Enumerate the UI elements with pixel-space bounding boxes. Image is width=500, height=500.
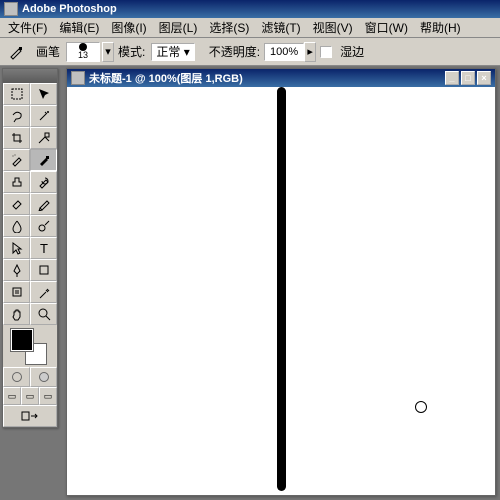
brush-tool[interactable] [30, 149, 57, 171]
brush-label: 画笔 [36, 43, 60, 60]
wetedge-checkbox[interactable] [320, 46, 332, 58]
pen-tool[interactable] [3, 259, 30, 281]
move-tool[interactable] [30, 83, 57, 105]
marquee-tool[interactable] [3, 83, 30, 105]
airbrush-tool[interactable] [3, 149, 30, 171]
brush-size: 13 [78, 51, 88, 60]
workarea: T ▭ ▭ ▭ [0, 66, 500, 500]
wand-tool[interactable] [30, 105, 57, 127]
brush-tool-icon [6, 42, 26, 62]
maximize-button[interactable]: □ [461, 71, 475, 85]
brush-dropdown[interactable]: ▾ [102, 42, 114, 62]
menu-filter[interactable]: 滤镜(T) [255, 19, 306, 36]
canvas[interactable] [67, 87, 495, 495]
history-brush-tool[interactable] [30, 171, 57, 193]
menu-select[interactable]: 选择(S) [203, 19, 255, 36]
pencil-tool[interactable] [30, 193, 57, 215]
opacity-dropdown[interactable]: ▸ [304, 42, 316, 62]
standard-mode[interactable] [3, 367, 30, 387]
close-button[interactable]: × [477, 71, 491, 85]
toolbox: T ▭ ▭ ▭ [2, 68, 58, 428]
document-titlebar[interactable]: 未标题-1 @ 100%(图层 1,RGB) _ □ × [67, 69, 495, 87]
minimize-button[interactable]: _ [445, 71, 459, 85]
document-title: 未标题-1 @ 100%(图层 1,RGB) [89, 70, 243, 86]
menu-window[interactable]: 窗口(W) [359, 19, 414, 36]
slice-tool[interactable] [30, 127, 57, 149]
lasso-tool[interactable] [3, 105, 30, 127]
hand-tool[interactable] [3, 303, 30, 325]
brush-cursor-icon [415, 401, 427, 413]
screen-standard[interactable]: ▭ [3, 387, 21, 405]
wetedge-label: 湿边 [340, 43, 364, 60]
app-title: Adobe Photoshop [22, 3, 117, 15]
brush-preview[interactable]: 13 [66, 42, 100, 62]
menu-layer[interactable]: 图层(L) [153, 19, 204, 36]
opacity-input[interactable] [264, 43, 304, 61]
screen-full[interactable]: ▭ [39, 387, 57, 405]
document-icon [71, 71, 85, 85]
app-titlebar: Adobe Photoshop [0, 0, 500, 18]
type-tool[interactable]: T [30, 237, 57, 259]
crop-tool[interactable] [3, 127, 30, 149]
document-window: 未标题-1 @ 100%(图层 1,RGB) _ □ × [66, 68, 496, 496]
menu-edit[interactable]: 编辑(E) [53, 19, 105, 36]
eyedropper-tool[interactable] [30, 281, 57, 303]
stamp-tool[interactable] [3, 171, 30, 193]
mode-label: 模式: [118, 43, 145, 60]
jump-to-imageready[interactable] [3, 405, 57, 427]
menu-view[interactable]: 视图(V) [307, 19, 359, 36]
blur-tool[interactable] [3, 215, 30, 237]
opacity-label: 不透明度: [209, 43, 260, 60]
options-bar: 画笔 13 ▾ 模式: 正常 ▾ 不透明度: ▸ 湿边 [0, 38, 500, 66]
svg-text:T: T [40, 241, 48, 255]
shape-tool[interactable] [30, 259, 57, 281]
color-swatches [3, 325, 57, 367]
toolbox-header[interactable] [3, 69, 57, 83]
eraser-tool[interactable] [3, 193, 30, 215]
app-icon [4, 2, 18, 16]
menu-file[interactable]: 文件(F) [2, 19, 53, 36]
menu-bar: 文件(F) 编辑(E) 图像(I) 图层(L) 选择(S) 滤镜(T) 视图(V… [0, 18, 500, 38]
zoom-tool[interactable] [30, 303, 57, 325]
menu-image[interactable]: 图像(I) [105, 19, 152, 36]
brush-stroke [277, 87, 286, 491]
dodge-tool[interactable] [30, 215, 57, 237]
screen-full-menu[interactable]: ▭ [21, 387, 39, 405]
notes-tool[interactable] [3, 281, 30, 303]
quickmask-mode[interactable] [30, 367, 57, 387]
mode-select[interactable]: 正常 ▾ [151, 43, 194, 61]
path-select-tool[interactable] [3, 237, 30, 259]
menu-help[interactable]: 帮助(H) [414, 19, 467, 36]
foreground-color[interactable] [11, 329, 33, 351]
